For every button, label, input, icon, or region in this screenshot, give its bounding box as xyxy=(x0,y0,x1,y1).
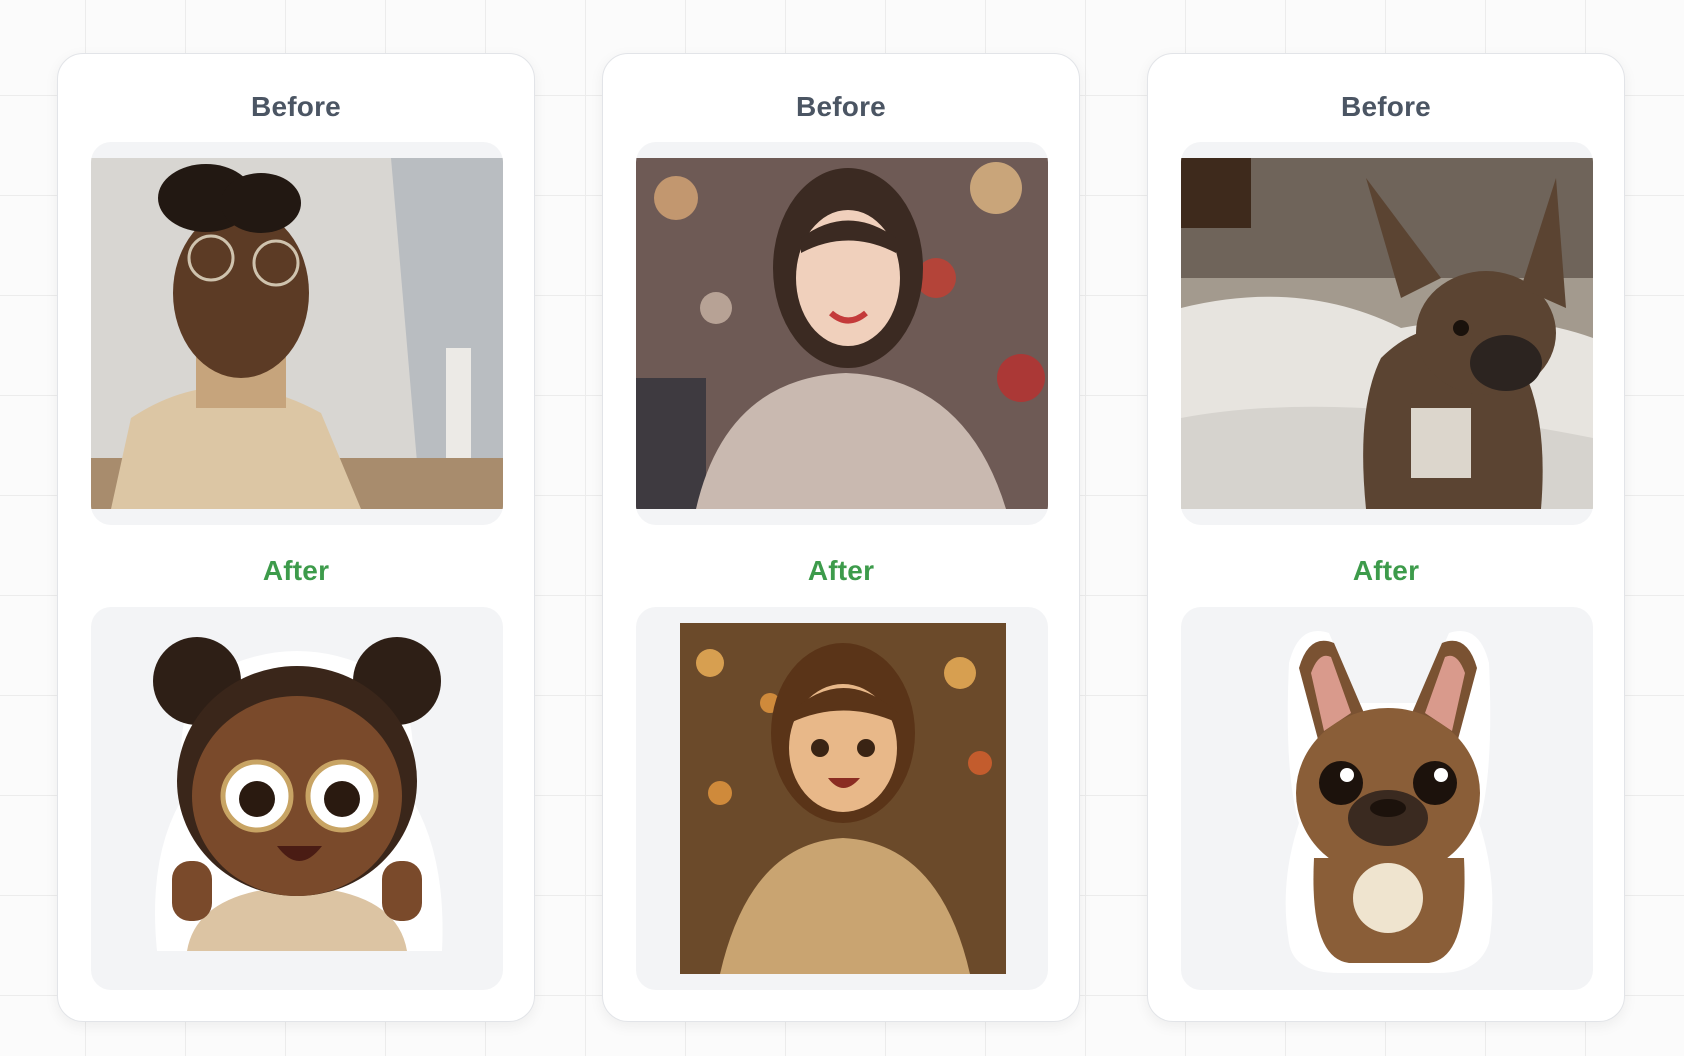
before-image-frame xyxy=(91,142,503,525)
after-image-frame xyxy=(1181,607,1593,990)
after-label: After xyxy=(1352,555,1420,586)
before-image-frame xyxy=(1181,142,1593,525)
after-label: After xyxy=(262,555,330,586)
french-bulldog-photo xyxy=(1181,158,1593,509)
woman-street-photo xyxy=(636,158,1048,509)
comparison-card-1: Before After xyxy=(57,53,535,1022)
comparison-card-3: Before After xyxy=(1147,53,1625,1022)
after-image-frame xyxy=(91,607,503,990)
bulldog-sticker-illustration xyxy=(1279,623,1497,977)
woman-selfie-photo xyxy=(91,158,503,509)
before-image-frame xyxy=(636,142,1048,525)
before-label: Before xyxy=(796,91,886,122)
after-label: After xyxy=(807,555,875,586)
chibi-sticker-illustration xyxy=(127,621,467,977)
comparison-card-2: Before After xyxy=(602,53,1080,1022)
anime-style-illustration xyxy=(680,623,1006,974)
after-image-frame xyxy=(636,607,1048,990)
before-label: Before xyxy=(251,91,341,122)
comparison-gallery: Before After Before After Before After xyxy=(57,53,1625,1022)
before-label: Before xyxy=(1341,91,1431,122)
